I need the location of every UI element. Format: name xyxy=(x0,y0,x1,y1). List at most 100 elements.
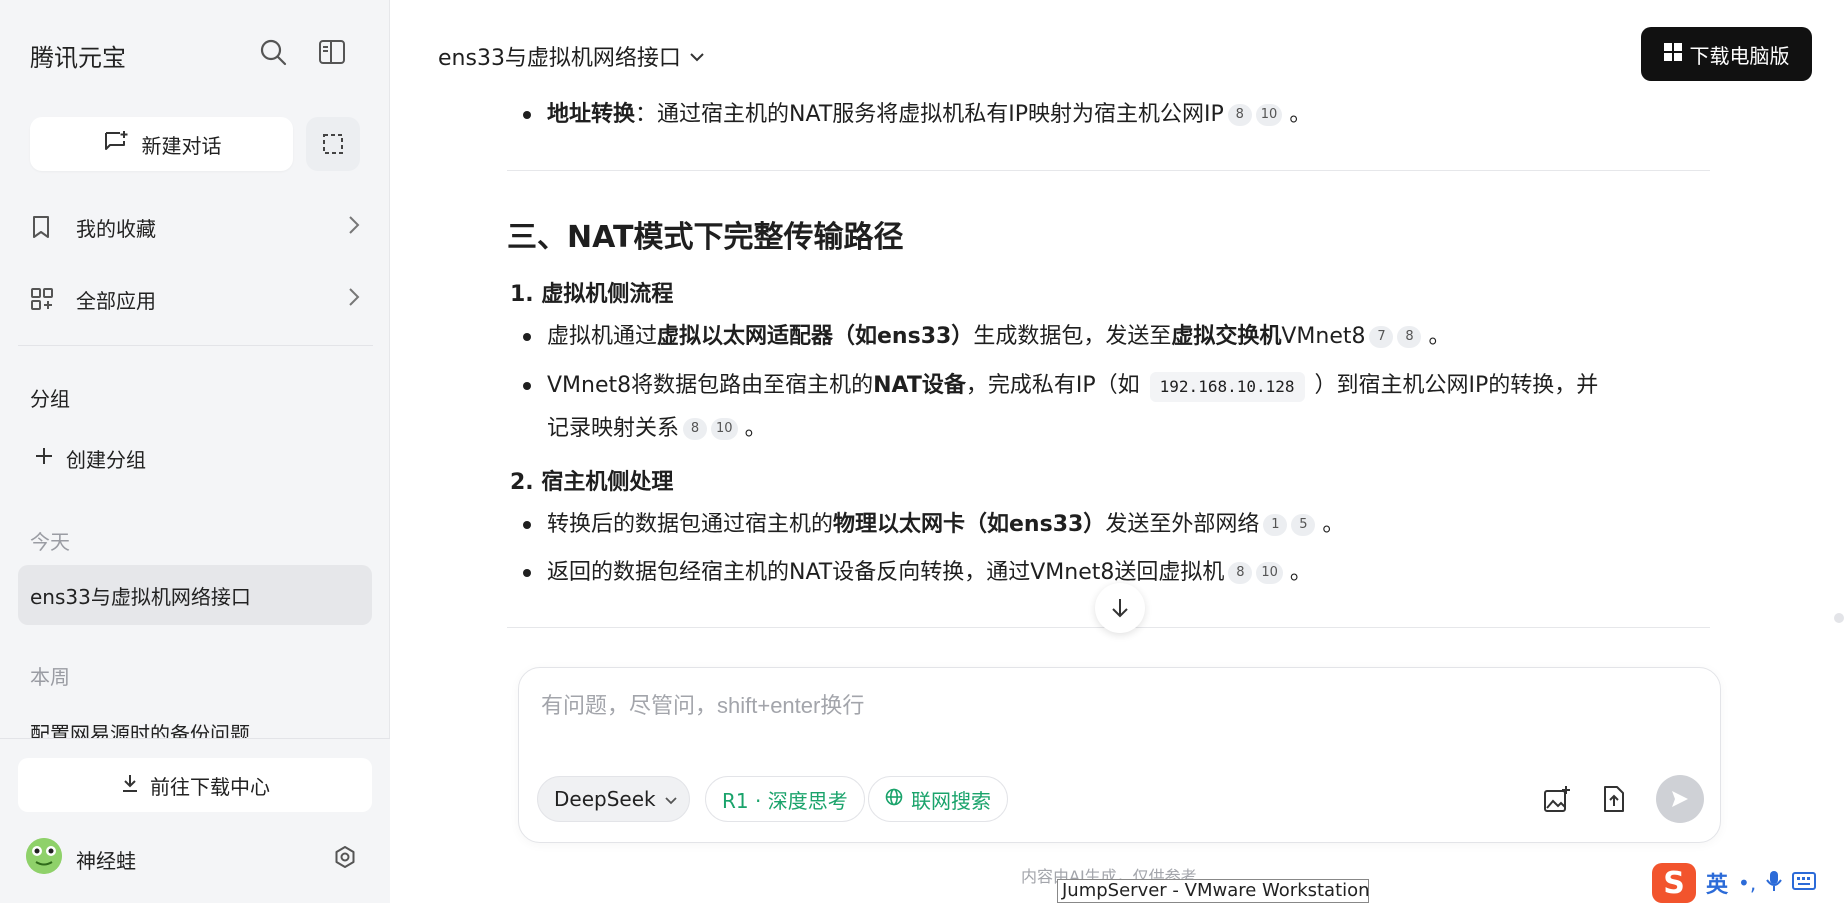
new-chat-label: 新建对话 xyxy=(141,133,222,158)
chat-input[interactable] xyxy=(541,688,1691,738)
ime-language-toggle[interactable]: 英 xyxy=(1706,867,1728,899)
citation-badge[interactable]: 1 xyxy=(1263,514,1288,536)
list-item: 转换后的数据包通过宿主机的物理以太网卡（如ens33）发送至外部网络 1 5 。 xyxy=(522,503,1344,546)
list-item-end: 。 xyxy=(1428,324,1451,349)
list-item-text: 返回的数据包经宿主机的NAT设备反向转换，通过VMnet8送回虚拟机 xyxy=(547,560,1225,585)
sidebar-item-favorites[interactable]: 我的收藏 xyxy=(30,205,360,249)
taskbar-tooltip: JumpServer - VMware Workstation xyxy=(1057,879,1370,903)
send-button[interactable] xyxy=(1656,775,1704,823)
citation-badge[interactable]: 10 xyxy=(1255,104,1283,126)
model-selector[interactable]: DeepSeek xyxy=(537,776,690,822)
username: 神经蛙 xyxy=(76,849,136,873)
list-item: 返回的数据包经宿主机的NAT设备反向转换，通过VMnet8送回虚拟机 8 10 。 xyxy=(523,551,1312,594)
subheading: 2. 宿主机侧处理 xyxy=(510,470,674,495)
new-chat-button[interactable]: 新建对话 xyxy=(30,117,293,171)
chat-title: ens33与虚拟机网络接口 xyxy=(438,46,681,71)
citation-badge[interactable]: 8 xyxy=(1397,326,1422,348)
avatar[interactable] xyxy=(26,838,62,874)
file-upload-icon[interactable] xyxy=(1597,782,1631,816)
list-item-text: 转换后的数据包通过宿主机的 xyxy=(547,512,834,537)
image-upload-icon[interactable] xyxy=(1540,782,1574,816)
select-frame-icon xyxy=(323,134,343,154)
bookmark-icon xyxy=(30,215,60,239)
citation-badge[interactable]: 8 xyxy=(1228,562,1253,584)
arrow-down-icon xyxy=(1112,599,1128,618)
sidebar-item-all-apps[interactable]: 全部应用 xyxy=(30,277,360,321)
list-item-text: VMnet8 xyxy=(1281,324,1366,349)
section-divider xyxy=(507,170,1710,171)
ime-punctuation-toggle[interactable]: •, xyxy=(1738,871,1756,895)
ime-toolbar[interactable]: S 英 •, xyxy=(1648,863,1848,903)
globe-icon xyxy=(885,787,903,811)
citation-badge[interactable]: 8 xyxy=(1227,104,1252,126)
list-item-text: 虚拟机通过 xyxy=(547,324,658,349)
download-center-label: 前往下载中心 xyxy=(150,774,270,799)
chevron-down-icon xyxy=(664,787,678,811)
model-label: DeepSeek xyxy=(554,787,656,811)
download-icon xyxy=(120,773,140,798)
sidebar-item-label: 我的收藏 xyxy=(76,216,156,241)
citation-badge[interactable]: 10 xyxy=(711,418,738,440)
multi-select-button[interactable] xyxy=(306,117,360,171)
citation-badge[interactable]: 8 xyxy=(683,418,708,440)
chat-title-dropdown[interactable]: ens33与虚拟机网络接口 xyxy=(438,40,705,72)
chat-input-box: DeepSeek R1 · 深度思考 联网搜索 xyxy=(518,667,1721,843)
search-icon[interactable] xyxy=(257,36,289,68)
sidebar-item-label: 全部应用 xyxy=(76,288,156,313)
list-item-end: 。 xyxy=(1289,560,1312,585)
keyboard-icon[interactable] xyxy=(1792,872,1817,894)
create-group-button[interactable]: 创建分组 xyxy=(34,444,146,473)
today-heading: 今天 xyxy=(30,530,70,554)
download-pc-button[interactable]: 下载电脑版 xyxy=(1641,27,1812,81)
web-search-label: 联网搜索 xyxy=(911,788,991,813)
frog-avatar-icon xyxy=(26,838,62,874)
plus-icon xyxy=(34,446,54,471)
chat-history-item[interactable]: 配置网易源时的备份问题 xyxy=(18,700,372,740)
sogou-ime-logo[interactable]: S xyxy=(1652,863,1696,903)
list-item-text: 记录映射关系 xyxy=(547,416,680,441)
list-item-end: 。 xyxy=(1289,102,1312,127)
scroll-to-bottom-button[interactable] xyxy=(1095,583,1145,633)
list-item-text: VMnet8将数据包路由至宿主机的 xyxy=(547,373,874,398)
chat-history-title: ens33与虚拟机网络接口 xyxy=(30,584,251,609)
download-center-button[interactable]: 前往下载中心 xyxy=(18,758,372,812)
bold-term: NAT设备 xyxy=(873,373,966,398)
sidebar-toggle-icon[interactable] xyxy=(316,36,348,68)
web-search-toggle[interactable]: 联网搜索 xyxy=(868,776,1008,822)
settings-icon[interactable] xyxy=(330,842,360,872)
sidebar: 腾讯元宝 新建对话 我的收藏 全部应用 分组 创建分组 今天 ens33与虚拟机… xyxy=(0,0,390,903)
list-item: 地址转换：通过宿主机的NAT服务将虚拟机私有IP映射为宿主机公网IP 8 10 。 xyxy=(522,93,1312,136)
scroll-indicator[interactable] xyxy=(1834,613,1844,623)
download-pc-label: 下载电脑版 xyxy=(1689,43,1790,68)
bold-term: 虚拟交换机 xyxy=(1171,324,1282,349)
list-item-text: ，完成私有IP（如 xyxy=(965,373,1140,398)
citation-badge[interactable]: 10 xyxy=(1256,562,1283,584)
citation-badge[interactable]: 5 xyxy=(1291,514,1316,536)
section-heading: 三、NAT模式下完整传输路径 xyxy=(507,220,904,255)
inline-code: 192.168.10.128 xyxy=(1149,372,1305,402)
windows-icon xyxy=(1663,42,1682,66)
send-arrow-icon xyxy=(1672,791,1688,807)
microphone-icon[interactable] xyxy=(1766,870,1782,896)
deep-think-label: R1 · 深度思考 xyxy=(722,788,848,813)
list-item-end: 。 xyxy=(744,416,767,441)
sidebar-divider xyxy=(18,345,373,346)
bold-term: 物理以太网卡（如ens33） xyxy=(833,512,1106,537)
new-chat-icon xyxy=(102,129,130,160)
chat-history-item-active[interactable]: ens33与虚拟机网络接口 xyxy=(18,565,372,625)
list-item: VMnet8将数据包路由至宿主机的NAT设备，完成私有IP（如 192.168.1… xyxy=(523,364,1712,450)
chat-history-title: 配置网易源时的备份问题 xyxy=(30,722,250,740)
brand-name: 腾讯元宝 xyxy=(30,44,126,72)
citation-badge[interactable]: 7 xyxy=(1369,326,1394,348)
apps-grid-icon xyxy=(30,287,60,311)
chevron-right-icon xyxy=(348,215,360,240)
list-item-text: 生成数据包，发送至 xyxy=(973,324,1172,349)
subheading: 1. 虚拟机侧流程 xyxy=(510,282,674,307)
list-item-text: ：通过宿主机的NAT服务将虚拟机私有IP映射为宿主机公网IP xyxy=(635,102,1224,127)
group-heading: 分组 xyxy=(30,387,70,411)
chevron-down-icon xyxy=(689,44,705,69)
list-item-text: ）到宿主机公网IP的转换，并 xyxy=(1314,373,1599,398)
create-group-label: 创建分组 xyxy=(66,448,146,472)
list-item-text: 发送至外部网络 xyxy=(1105,512,1260,537)
deep-think-toggle[interactable]: R1 · 深度思考 xyxy=(705,776,865,822)
